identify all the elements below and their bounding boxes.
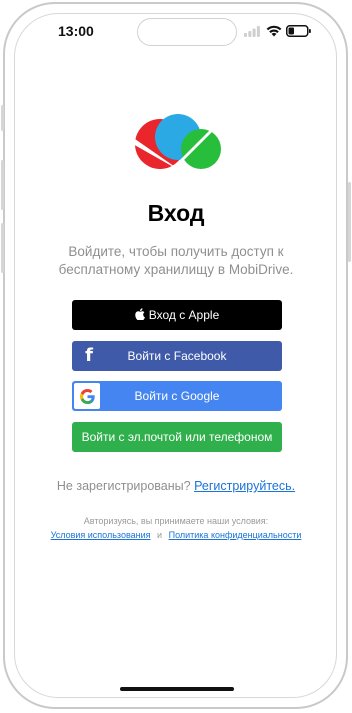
home-indicator[interactable]: [120, 687, 234, 691]
sign-in-facebook-button[interactable]: f Войти с Facebook: [72, 341, 282, 371]
apple-icon: [135, 307, 145, 323]
page-title: Вход: [147, 200, 205, 226]
sign-in-apple-label: Вход с Apple: [148, 308, 220, 322]
status-icons: [244, 23, 314, 39]
sign-in-google-button[interactable]: Войти с Google: [72, 381, 282, 411]
legal-conjunction: и: [157, 530, 163, 540]
mobidrive-logo: [131, 114, 223, 169]
register-prompt-text: Не зарегистрированы?: [56, 479, 191, 493]
sign-in-email-label: Войти с эл.почтой или телефоном: [81, 430, 273, 444]
sign-in-facebook-label: Войти с Facebook: [127, 349, 227, 363]
signal-icon: [244, 26, 260, 37]
sign-in-email-button[interactable]: Войти с эл.почтой или телефоном: [72, 422, 282, 452]
register-link[interactable]: Регистрируйтесь.: [194, 479, 295, 493]
side-button-left-3: [1, 223, 4, 273]
page-subtitle: Войдите, чтобы получить доступ к бесплат…: [58, 244, 294, 277]
terms-notice: Авторизуясь, вы принимаете наши условия:: [83, 516, 269, 526]
facebook-icon: f: [85, 345, 93, 366]
legal-links: Условия использования и Политика конфиде…: [0, 530, 352, 540]
privacy-policy-link[interactable]: Политика конфиденциальности: [169, 530, 302, 540]
register-prompt: Не зарегистрированы? Регистрируйтесь.: [0, 479, 352, 493]
dynamic-island: [137, 18, 237, 46]
side-button-left-1: [1, 105, 4, 131]
sign-in-apple-button[interactable]: Вход с Apple: [72, 300, 282, 330]
google-icon: [74, 383, 100, 409]
terms-of-use-link[interactable]: Условия использования: [51, 530, 151, 540]
status-time: 13:00: [58, 23, 94, 39]
wifi-icon: [266, 25, 282, 37]
battery-icon: [286, 25, 311, 37]
sign-in-google-label: Войти с Google: [134, 389, 220, 403]
